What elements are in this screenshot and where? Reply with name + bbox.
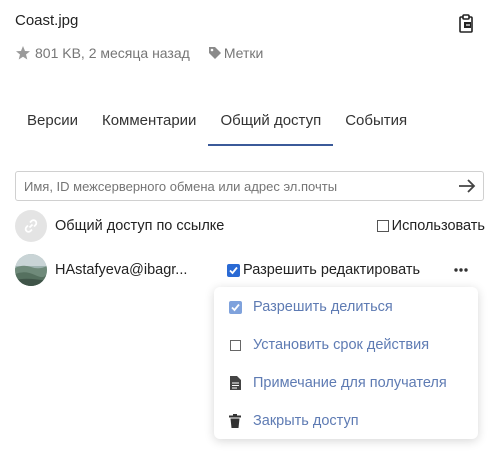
more-options-icon[interactable]: [453, 265, 469, 275]
menu-item-set-expiry[interactable]: Установить срок действия: [214, 326, 478, 364]
clipboard-icon[interactable]: [457, 14, 475, 34]
tab-comments[interactable]: Комментарии: [90, 104, 208, 146]
file-size-date: 801 KB, 2 месяца назад: [35, 45, 190, 61]
allow-edit-checkbox[interactable]: Разрешить редактировать: [227, 262, 420, 278]
checkbox-empty-icon: [376, 220, 389, 232]
link-avatar: [15, 210, 47, 242]
tags-link[interactable]: Метки: [224, 45, 264, 61]
tab-bar: Версии Комментарии Общий доступ События: [15, 104, 419, 146]
note-icon: [228, 376, 242, 390]
link-icon: [24, 219, 38, 233]
tab-versions[interactable]: Версии: [15, 104, 90, 146]
checkbox-checked-icon: [228, 300, 242, 314]
menu-item-label: Закрыть доступ: [253, 413, 359, 429]
share-user-row: HAstafyeva@ibagr... Разрешить редактиров…: [15, 254, 485, 286]
checkbox-checked-icon: [227, 263, 240, 277]
avatar: [15, 254, 47, 286]
share-options-menu: Разрешить делиться Установить срок дейст…: [214, 287, 478, 439]
tab-activity[interactable]: События: [333, 104, 419, 146]
allow-edit-label: Разрешить редактировать: [243, 262, 421, 278]
tab-sharing[interactable]: Общий доступ: [208, 104, 334, 146]
share-search: [15, 171, 484, 201]
file-name: Coast.jpg: [15, 12, 79, 29]
arrow-right-icon[interactable]: [457, 177, 477, 195]
tag-icon: [208, 47, 221, 59]
share-link-row: Общий доступ по ссылке Использовать: [15, 210, 485, 242]
file-meta: 801 KB, 2 месяца назад Метки: [15, 44, 263, 62]
share-link-label: Общий доступ по ссылке: [55, 218, 225, 234]
star-icon[interactable]: [15, 45, 31, 61]
menu-item-allow-share[interactable]: Разрешить делиться: [214, 288, 478, 326]
menu-item-label: Разрешить делиться: [253, 299, 393, 315]
menu-item-label: Установить срок действия: [253, 337, 430, 353]
use-link-label: Использовать: [391, 218, 485, 234]
user-email: HAstafyeva@ibagr...: [55, 262, 188, 278]
use-link-checkbox[interactable]: Использовать: [376, 218, 485, 234]
menu-item-note[interactable]: Примечание для получателя: [214, 364, 478, 402]
share-search-input[interactable]: [16, 172, 446, 200]
menu-item-label: Примечание для получателя: [253, 375, 447, 391]
checkbox-empty-icon: [228, 338, 242, 352]
menu-item-revoke[interactable]: Закрыть доступ: [214, 402, 478, 440]
trash-icon: [228, 414, 242, 428]
